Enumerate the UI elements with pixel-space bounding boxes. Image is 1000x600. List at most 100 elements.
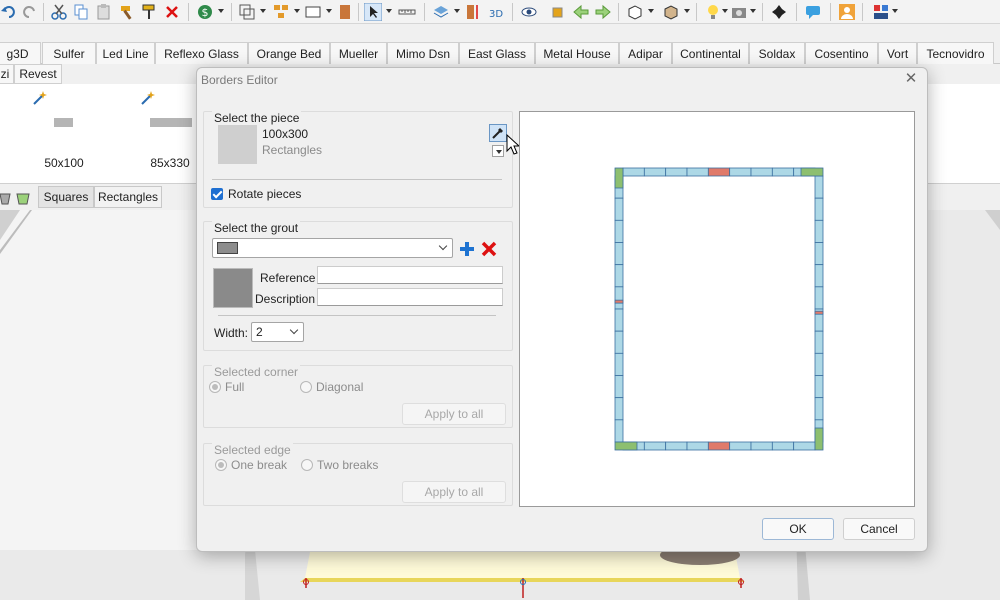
cut-icon[interactable] bbox=[50, 3, 68, 21]
border-piece[interactable] bbox=[614, 330, 624, 354]
border-piece[interactable] bbox=[665, 441, 688, 451]
edge-two-breaks-radio[interactable] bbox=[301, 459, 313, 471]
border-piece[interactable] bbox=[614, 264, 624, 288]
box-icon[interactable] bbox=[626, 3, 644, 21]
edge-break-piece[interactable] bbox=[614, 299, 624, 304]
border-piece[interactable] bbox=[614, 219, 624, 243]
edge-apply-all-button[interactable]: Apply to all bbox=[402, 481, 506, 503]
border-piece[interactable] bbox=[686, 167, 709, 177]
catalog-tab-continental[interactable]: Continental bbox=[672, 42, 749, 64]
border-piece[interactable] bbox=[750, 441, 773, 451]
border-piece[interactable] bbox=[614, 308, 624, 332]
3d-icon[interactable]: 3D bbox=[487, 3, 505, 21]
catalog-tab-cosentino[interactable]: Cosentino bbox=[805, 42, 878, 64]
catalog-tab-sulfer[interactable]: Sulfer bbox=[42, 42, 96, 64]
border-piece[interactable] bbox=[814, 375, 824, 399]
border-piece[interactable] bbox=[814, 175, 824, 199]
group-icon[interactable] bbox=[272, 3, 290, 21]
bucket-icon[interactable] bbox=[0, 189, 12, 205]
sub-tab-zi[interactable]: zi bbox=[0, 64, 14, 84]
rotate-pieces-checkbox[interactable] bbox=[211, 188, 223, 200]
border-piece[interactable] bbox=[814, 197, 824, 221]
eye-icon[interactable] bbox=[520, 3, 538, 21]
corner-piece[interactable] bbox=[814, 427, 824, 451]
border-piece[interactable] bbox=[622, 167, 645, 177]
arrow-left-icon[interactable] bbox=[572, 3, 590, 21]
copy-icon[interactable] bbox=[72, 3, 90, 21]
redo-icon[interactable] bbox=[20, 3, 38, 21]
border-piece[interactable] bbox=[614, 397, 624, 421]
close-icon[interactable]: ✕ bbox=[903, 71, 919, 87]
hammer-icon[interactable] bbox=[118, 3, 136, 21]
tab-squares[interactable]: Squares bbox=[38, 186, 94, 208]
add-grout-icon[interactable] bbox=[458, 240, 476, 258]
border-piece[interactable] bbox=[814, 397, 824, 421]
edge-break-piece[interactable] bbox=[707, 167, 731, 177]
delete-icon[interactable] bbox=[163, 3, 181, 21]
pick-piece-button[interactable] bbox=[489, 124, 507, 142]
border-piece[interactable] bbox=[814, 352, 824, 376]
border-piece[interactable] bbox=[814, 330, 824, 354]
catalog-tab-soldax[interactable]: Soldax bbox=[749, 42, 805, 64]
border-piece[interactable] bbox=[793, 441, 816, 451]
move-icon[interactable] bbox=[770, 3, 788, 21]
border-piece[interactable] bbox=[814, 264, 824, 288]
price-icon[interactable]: $ bbox=[196, 3, 214, 21]
delete-grout-icon[interactable] bbox=[480, 240, 498, 258]
paste-icon[interactable] bbox=[95, 3, 113, 21]
catalog-tab-metal-house[interactable]: Metal House bbox=[535, 42, 619, 64]
border-piece[interactable] bbox=[665, 167, 688, 177]
door-icon[interactable] bbox=[336, 3, 354, 21]
border-piece[interactable] bbox=[614, 242, 624, 266]
width-select[interactable]: 2 bbox=[251, 322, 304, 342]
catalog-tab-mueller[interactable]: Mueller bbox=[330, 42, 387, 64]
undo-icon[interactable] bbox=[0, 3, 18, 21]
catalog-tab-mimo-dsn[interactable]: Mimo Dsn bbox=[387, 42, 459, 64]
border-piece[interactable] bbox=[814, 286, 824, 310]
border-piece[interactable] bbox=[729, 441, 752, 451]
border-preview-canvas[interactable] bbox=[519, 111, 915, 507]
border-piece[interactable] bbox=[771, 167, 795, 177]
border-piece[interactable] bbox=[814, 242, 824, 266]
camera-icon[interactable] bbox=[730, 3, 748, 21]
cube-arrow-icon[interactable] bbox=[550, 3, 568, 21]
border-piece[interactable] bbox=[771, 441, 795, 451]
pointer-icon[interactable] bbox=[364, 3, 382, 21]
frame-icon[interactable] bbox=[238, 3, 256, 21]
bulb-icon[interactable] bbox=[704, 3, 722, 21]
catalog-tab-adipar[interactable]: Adipar bbox=[619, 42, 672, 64]
piece-item[interactable]: 50x100 bbox=[24, 84, 104, 184]
border-piece[interactable] bbox=[614, 197, 624, 221]
ruler-icon[interactable] bbox=[398, 3, 416, 21]
corner-apply-all-button[interactable]: Apply to all bbox=[402, 403, 506, 425]
corner-diagonal-radio[interactable] bbox=[300, 381, 312, 393]
catalog-tab-led-line[interactable]: Led Line bbox=[96, 42, 155, 64]
edge-break-piece[interactable] bbox=[707, 441, 731, 451]
border-piece[interactable] bbox=[729, 167, 752, 177]
comment-icon[interactable] bbox=[804, 3, 822, 21]
border-piece[interactable] bbox=[643, 441, 667, 451]
catalog-tab-orange-bed[interactable]: Orange Bed bbox=[248, 42, 330, 64]
user-icon[interactable] bbox=[838, 3, 856, 21]
border-piece[interactable] bbox=[814, 219, 824, 243]
paint-roller-icon[interactable] bbox=[140, 3, 158, 21]
border-piece[interactable] bbox=[750, 167, 773, 177]
border-piece[interactable] bbox=[643, 167, 667, 177]
catalog-tab-tecnovidro[interactable]: Tecnovidro bbox=[917, 42, 994, 64]
corner-piece[interactable] bbox=[614, 167, 624, 189]
distribute-icon[interactable] bbox=[464, 3, 482, 21]
description-input[interactable] bbox=[317, 288, 503, 306]
edge-one-break-radio[interactable] bbox=[215, 459, 227, 471]
pick-piece-dropdown[interactable] bbox=[492, 145, 504, 157]
catalog-tab-east-glass[interactable]: East Glass bbox=[459, 42, 535, 64]
cancel-button[interactable]: Cancel bbox=[843, 518, 915, 540]
catalog-tab-g3d[interactable]: g3D bbox=[0, 42, 41, 64]
corner-full-radio[interactable] bbox=[209, 381, 221, 393]
catalog-tab-reflexo-glass[interactable]: Reflexo Glass bbox=[155, 42, 248, 64]
corner-piece[interactable] bbox=[800, 167, 824, 177]
rectangle-icon[interactable] bbox=[304, 3, 322, 21]
tab-rectangles[interactable]: Rectangles bbox=[94, 186, 162, 208]
border-piece[interactable] bbox=[686, 441, 709, 451]
border-piece[interactable] bbox=[614, 419, 624, 443]
grout-select[interactable] bbox=[212, 238, 453, 258]
